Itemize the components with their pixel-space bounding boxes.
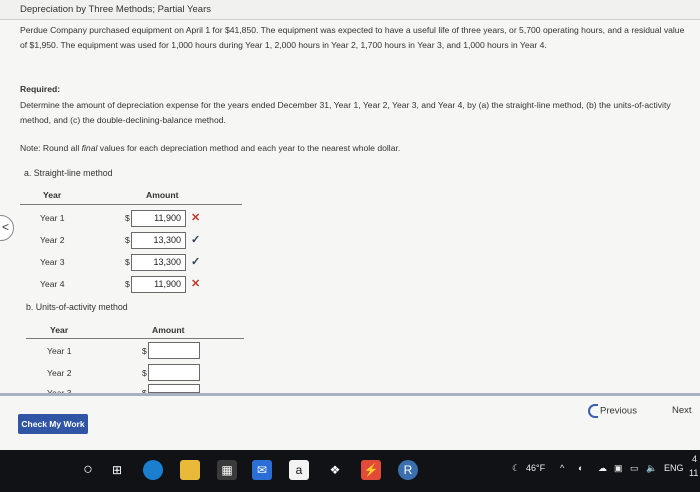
problem-text: Perdue Company purchased equipment on Ap… [20, 25, 685, 50]
battery-icon[interactable]: ▭ [630, 463, 639, 474]
search-circle-icon[interactable]: ○ [78, 460, 98, 480]
note-italic: final [81, 143, 98, 153]
section-a-year-label: Year 4 [40, 279, 65, 289]
section-b-amount-input[interactable] [148, 342, 200, 359]
section-a-year-label: Year 2 [40, 235, 65, 245]
section-a-year-label: Year 1 [40, 213, 65, 223]
app-lightning-icon[interactable]: ⚡ [361, 460, 381, 480]
currency-symbol: $ [142, 368, 147, 378]
cloud-icon[interactable]: ☁ [598, 463, 607, 474]
dropbox-icon[interactable]: ❖ [325, 460, 345, 480]
currency-symbol: $ [125, 213, 130, 223]
correct-check-icon: ✓ [191, 256, 201, 268]
chevron-left-icon: < [2, 220, 10, 234]
section-a-header-rule [20, 204, 242, 205]
currency-symbol: $ [125, 235, 130, 245]
section-a-amount-input[interactable]: 11,900 [131, 276, 186, 293]
next-button[interactable]: Next [672, 405, 692, 416]
speaker-icon[interactable]: 🔈 [646, 463, 657, 474]
weather-temp[interactable]: 46°F [526, 463, 545, 473]
section-b-year-label: Year 2 [47, 368, 72, 378]
rounding-note: Note: Round all final values for each de… [20, 141, 692, 156]
language-indicator[interactable]: ENG [664, 463, 684, 473]
section-b-amount-input[interactable] [148, 384, 200, 393]
required-label: Required: [20, 84, 61, 94]
previous-button[interactable]: Previous [588, 404, 637, 418]
section-a-amount-input[interactable]: 11,900 [131, 210, 186, 227]
scroll-divider [0, 393, 700, 396]
store-icon[interactable]: ▦ [217, 460, 237, 480]
section-a-label: a. Straight-line method [24, 168, 113, 178]
task-view-icon[interactable]: ⊞ [107, 460, 127, 480]
page-title: Depreciation by Three Methods; Partial Y… [0, 0, 700, 20]
section-b-year-label: Year 1 [47, 346, 72, 356]
currency-symbol: $ [125, 257, 130, 267]
check-my-work-button[interactable]: Check My Work [18, 414, 88, 434]
edge-browser-icon[interactable] [143, 460, 163, 480]
tray-app-icon[interactable]: ◐ [578, 463, 583, 473]
clock-time[interactable]: 4 [692, 454, 697, 464]
note-prefix: Note: Round all [20, 143, 82, 153]
windows-taskbar: ○ ⊞ ▦ ✉ a ❖ ⚡ R ☾ 46°F ^ ◐ ☁ ▣ ▭ 🔈 ENG 4… [0, 450, 700, 492]
currency-symbol: $ [125, 279, 130, 289]
correct-check-icon: ✓ [191, 234, 201, 246]
required-text: Determine the amount of depreciation exp… [20, 100, 671, 125]
assignment-page: Depreciation by Three Methods; Partial Y… [0, 0, 700, 450]
section-a-amount-input[interactable]: 13,300 [131, 232, 186, 249]
collapse-panel-tab[interactable]: < [0, 215, 14, 241]
section-b-header-rule [26, 338, 244, 339]
r-app-icon[interactable]: R [398, 460, 418, 480]
amazon-icon[interactable]: a [289, 460, 309, 480]
incorrect-x-icon: ✕ [191, 212, 201, 224]
incorrect-x-icon: ✕ [191, 278, 201, 290]
moon-icon: ☾ [512, 463, 521, 473]
clock-date[interactable]: 11 [689, 468, 698, 478]
mail-icon[interactable]: ✉ [252, 460, 272, 480]
section-b-col-amount: Amount [152, 325, 185, 335]
chevron-left-icon [588, 404, 598, 418]
section-b-label: b. Units-of-activity method [26, 302, 128, 312]
section-b-col-year: Year [50, 325, 69, 335]
note-suffix: values for each depreciation method and … [97, 143, 401, 153]
section-a-year-label: Year 3 [40, 257, 65, 267]
currency-symbol: $ [142, 346, 147, 356]
section-a-col-amount: Amount [146, 190, 179, 200]
display-icon[interactable]: ▣ [614, 463, 623, 474]
section-b-amount-input[interactable] [148, 364, 200, 381]
file-explorer-icon[interactable] [180, 460, 200, 480]
chevron-up-icon[interactable]: ^ [560, 463, 564, 473]
section-a-amount-input[interactable]: 13,300 [131, 254, 186, 271]
section-a-col-year: Year [43, 190, 62, 200]
previous-label: Previous [600, 405, 637, 417]
